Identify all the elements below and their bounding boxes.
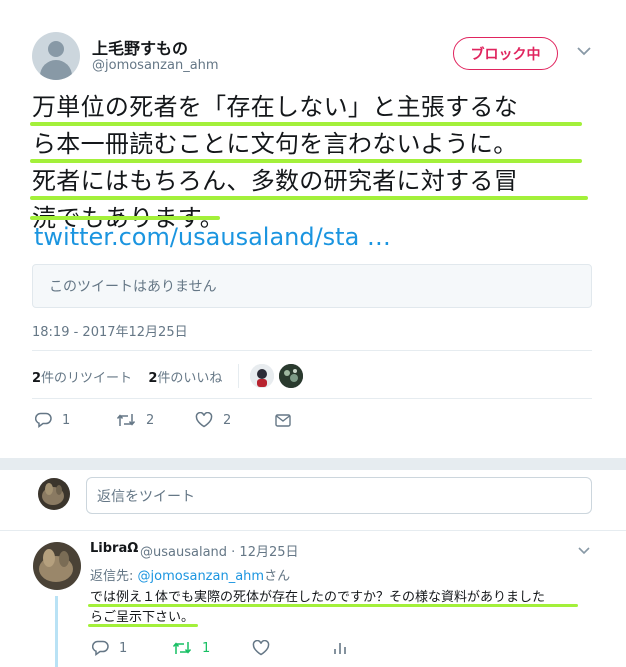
reply-input[interactable]: 返信をツイート: [86, 477, 592, 514]
liker-avatar[interactable]: [250, 364, 274, 388]
envelope-icon: [275, 414, 291, 427]
retweet-icon: [116, 412, 136, 428]
reply-action[interactable]: 1: [35, 412, 70, 428]
divider: [0, 530, 626, 531]
author-avatar[interactable]: [32, 32, 80, 80]
default-avatar-head: [48, 41, 64, 57]
reply-count: 1: [62, 412, 71, 428]
likes-label: 件のいいね: [157, 371, 223, 386]
tweet-stats: 2件のリツイート 2件のいいね: [32, 367, 222, 386]
analytics-icon: [333, 641, 347, 655]
tweet-text-line: 万単位の死者を「存在しない」と主張するな: [32, 93, 518, 121]
retweet-action[interactable]: 1: [172, 640, 210, 656]
direct-message-action[interactable]: [275, 414, 291, 427]
divider: [32, 398, 592, 399]
analytics-action[interactable]: [333, 641, 347, 655]
reply-author-name[interactable]: LibraΩ: [90, 541, 138, 556]
tweet-text-line: ら本一冊読むことに文句を言わないように。: [32, 130, 518, 158]
like-count: 2: [223, 412, 232, 428]
retweets-label: 件のリツイート: [41, 371, 133, 386]
like-action[interactable]: [252, 640, 270, 656]
retweet-count: 1: [202, 640, 211, 656]
like-action[interactable]: 2: [195, 412, 231, 428]
liker-avatar[interactable]: [279, 364, 303, 388]
blocked-button[interactable]: ブロック中: [453, 37, 558, 70]
tweet-link[interactable]: twitter.com/usausaland/sta …: [34, 223, 391, 251]
tweet-text: 万単位の死者を「存在しない」と主張するな ら本一冊読むことに文句を言わないように…: [32, 89, 602, 237]
highlight-underline: [30, 196, 588, 200]
thread-connector: [55, 596, 58, 667]
default-avatar-body: [40, 60, 72, 80]
author-screen-name[interactable]: @jomosanzan_ahm: [92, 58, 219, 73]
section-separator: [0, 458, 626, 470]
highlight-underline: [30, 122, 582, 126]
heart-icon: [252, 640, 270, 656]
replying-to-prefix: 返信先:: [90, 569, 138, 584]
reply-count: 1: [119, 640, 128, 656]
current-user-avatar: [38, 478, 70, 510]
reply-author-handle-date[interactable]: @usausaland · 12月25日: [140, 541, 299, 560]
tweet-text-line: 死者にはもちろん、多数の研究者に対する冒: [32, 167, 518, 195]
retweet-action[interactable]: 2: [116, 412, 154, 428]
reply-author-avatar[interactable]: [33, 542, 81, 590]
highlight-underline: [88, 624, 198, 627]
retweet-count: 2: [146, 412, 155, 428]
highlight-underline: [30, 159, 582, 163]
replying-to-mention[interactable]: @jomosanzan_ahm: [138, 569, 265, 584]
divider: [32, 350, 592, 351]
reply-icon: [35, 412, 52, 428]
highlight-underline: [30, 216, 220, 220]
tweet-timestamp[interactable]: 18:19 - 2017年12月25日: [32, 321, 188, 340]
chevron-down-icon[interactable]: [576, 543, 592, 559]
chevron-down-icon[interactable]: [576, 43, 592, 59]
reply-tweet-text: では例え１体でも実際の死体が存在したのですか？その様な資料がありました らご呈示…: [90, 588, 590, 628]
author-display-name[interactable]: 上毛野すもの: [92, 35, 188, 59]
reply-action[interactable]: 1: [92, 640, 127, 656]
retweet-icon: [172, 640, 192, 656]
heart-icon: [195, 412, 213, 428]
highlight-underline: [88, 604, 578, 607]
retweets-count: 2: [32, 371, 42, 386]
quoted-tweet-unavailable: このツイートはありません: [32, 264, 592, 308]
likes-stat[interactable]: 2件のいいね: [148, 371, 222, 386]
replying-to: 返信先: @jomosanzan_ahmさん: [90, 565, 290, 584]
stats-separator: [238, 364, 239, 388]
retweets-stat[interactable]: 2件のリツイート: [32, 371, 132, 386]
reply-icon: [92, 640, 109, 656]
replying-to-suffix: さん: [264, 569, 291, 584]
